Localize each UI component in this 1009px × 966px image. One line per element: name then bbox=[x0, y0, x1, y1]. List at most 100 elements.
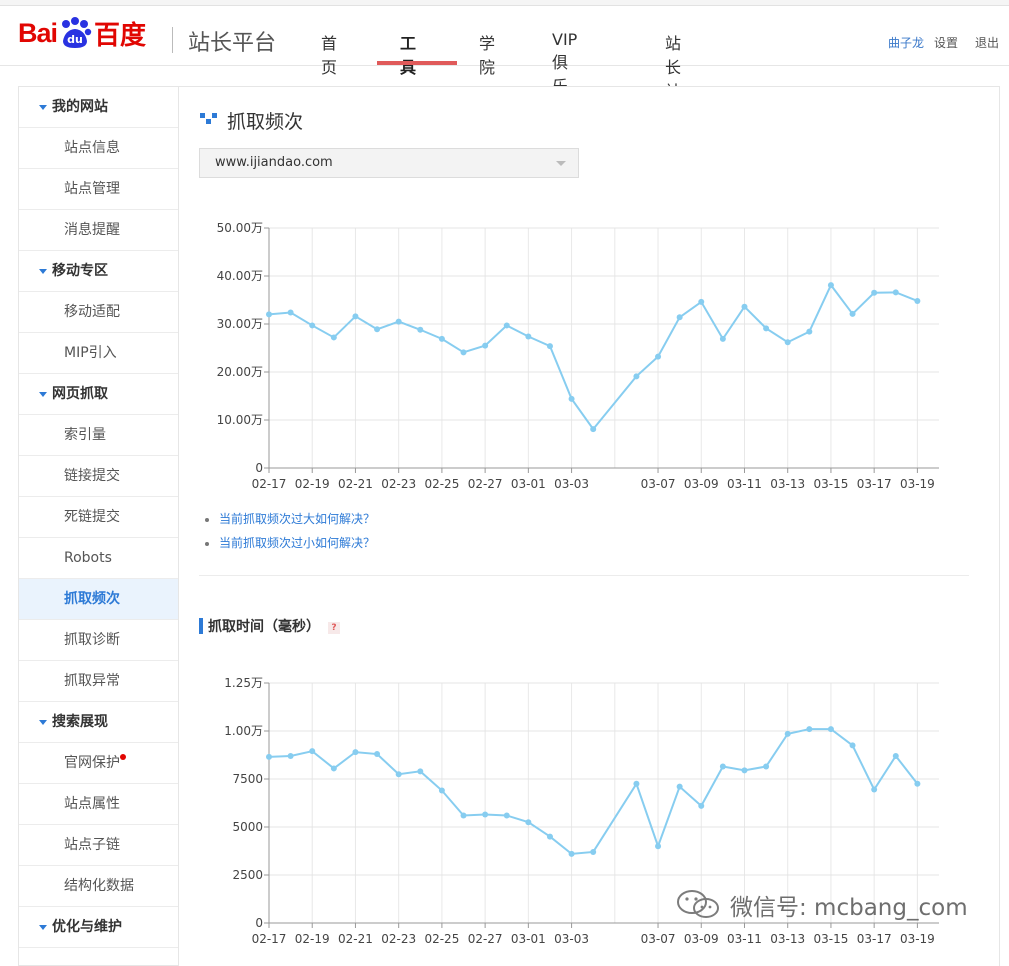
sidebar-item-site-attributes[interactable]: 站点属性 bbox=[19, 784, 178, 825]
sidebar-group-search-display[interactable]: 搜索展现 bbox=[19, 702, 178, 743]
bullet-icon bbox=[205, 541, 209, 546]
sidebar-item-sitelinks[interactable]: 站点子链 bbox=[19, 825, 178, 866]
sidebar-item-link-submit[interactable]: 链接提交 bbox=[19, 456, 178, 497]
sidebar-group-optimization[interactable]: 优化与维护 bbox=[19, 907, 178, 948]
data-point bbox=[309, 748, 316, 755]
sidebar-item-crawl-frequency[interactable]: 抓取频次 bbox=[19, 579, 178, 620]
wechat-watermark: 微信号: mcbang_com bbox=[676, 888, 968, 922]
data-point bbox=[266, 753, 272, 760]
sidebar-item-notifications[interactable]: 消息提醒 bbox=[19, 210, 178, 251]
x-tick-label: 02-17 bbox=[252, 932, 287, 946]
data-point bbox=[827, 282, 834, 289]
crawl-frequency-chart: 0 10.00万 20.00万 30.00万 40.00万 50.00万 02-17 02-1… bbox=[217, 221, 939, 491]
y-tick-label: 2500 bbox=[232, 868, 263, 882]
x-tick-label: 03-07 bbox=[641, 477, 676, 491]
section-divider bbox=[199, 575, 969, 576]
data-point bbox=[892, 289, 899, 296]
data-point bbox=[590, 848, 597, 855]
help-link-label: 当前抓取频次过小如何解决？ bbox=[219, 536, 376, 550]
paw-icon: du bbox=[62, 17, 92, 48]
nav-home[interactable]: 首页 bbox=[321, 30, 337, 78]
x-tick-label: 03-03 bbox=[554, 477, 589, 491]
help-icon[interactable]: ? bbox=[328, 622, 340, 634]
x-tick-label: 02-17 bbox=[252, 477, 287, 491]
logo-du: du bbox=[67, 33, 83, 46]
data-point bbox=[914, 297, 921, 304]
caret-down-icon bbox=[39, 105, 47, 110]
user-name-link[interactable]: 曲子龙 bbox=[888, 34, 924, 51]
y-tick-label: 1.00万 bbox=[224, 724, 263, 738]
crawl-frequency-icon bbox=[200, 113, 217, 124]
x-tick-label: 03-11 bbox=[727, 932, 762, 946]
data-point bbox=[784, 339, 791, 346]
crawl-time-title: 抓取时间（毫秒） bbox=[208, 619, 320, 635]
sidebar-group-label: 我的网站 bbox=[52, 99, 108, 115]
data-point bbox=[698, 802, 705, 809]
data-point bbox=[871, 786, 878, 793]
data-point bbox=[525, 333, 532, 340]
sidebar-group-label: 移动专区 bbox=[52, 263, 108, 279]
sidebar: 我的网站 站点信息 站点管理 消息提醒 移动专区 移动适配 MIP引入 网页抓取… bbox=[18, 86, 179, 966]
sidebar-item-crawl-diagnosis[interactable]: 抓取诊断 bbox=[19, 620, 178, 661]
sidebar-item-dead-link-submit[interactable]: 死链提交 bbox=[19, 497, 178, 538]
help-link-too-low[interactable]: 当前抓取频次过小如何解决？ bbox=[205, 535, 375, 559]
sidebar-item-structured-data[interactable]: 结构化数据 bbox=[19, 866, 178, 907]
data-point bbox=[590, 426, 597, 433]
x-tick-label: 02-19 bbox=[295, 932, 330, 946]
settings-link[interactable]: 设置 bbox=[934, 34, 958, 51]
logo-chinese: 百度 bbox=[94, 20, 147, 51]
wechat-icon bbox=[677, 890, 719, 918]
data-point bbox=[633, 373, 640, 380]
watermark-text: 微信号: mcbang_com bbox=[730, 895, 968, 921]
y-tick-label: 0 bbox=[255, 461, 263, 475]
data-point bbox=[287, 752, 294, 759]
x-tick-label: 03-01 bbox=[511, 932, 546, 946]
x-tick-label: 03-13 bbox=[770, 932, 805, 946]
data-point bbox=[892, 752, 899, 759]
data-point bbox=[266, 311, 272, 318]
site-selector[interactable]: www.ijiandao.com bbox=[199, 148, 579, 178]
data-point bbox=[525, 819, 532, 826]
browser-strip bbox=[0, 0, 1009, 6]
logo-divider bbox=[172, 27, 173, 53]
sidebar-group-my-sites[interactable]: 我的网站 bbox=[19, 87, 178, 128]
sidebar-item-site-management[interactable]: 站点管理 bbox=[19, 169, 178, 210]
data-point bbox=[849, 310, 856, 317]
logout-link[interactable]: 退出 bbox=[975, 34, 999, 51]
y-tick-label: 40.00万 bbox=[217, 269, 263, 283]
y-tick-label: 10.00万 bbox=[217, 413, 263, 427]
x-tick-label: 02-21 bbox=[338, 477, 373, 491]
data-point bbox=[871, 289, 878, 296]
sidebar-item-mip[interactable]: MIP引入 bbox=[19, 333, 178, 374]
data-point bbox=[438, 787, 445, 794]
top-header: Bai du 百度 站长平台 首页 工具 学院 VIP俱乐部 站长社区 曲子龙 … bbox=[0, 0, 1009, 125]
y-tick-label: 7500 bbox=[232, 772, 263, 786]
sidebar-item-index-volume[interactable]: 索引量 bbox=[19, 415, 178, 456]
sidebar-item-mobile-adapt[interactable]: 移动适配 bbox=[19, 292, 178, 333]
sidebar-group-crawl[interactable]: 网页抓取 bbox=[19, 374, 178, 415]
data-point bbox=[676, 783, 683, 790]
data-point bbox=[482, 811, 489, 818]
data-point bbox=[914, 780, 921, 787]
data-point bbox=[503, 812, 510, 819]
help-link-too-high[interactable]: 当前抓取频次过大如何解决？ bbox=[205, 511, 375, 535]
baidu-logo[interactable]: Bai du 百度 bbox=[18, 12, 146, 54]
notification-dot bbox=[120, 754, 126, 760]
logo-latin: Bai bbox=[18, 17, 58, 48]
chevron-down-icon bbox=[556, 161, 566, 166]
sidebar-item-crawl-errors[interactable]: 抓取异常 bbox=[19, 661, 178, 702]
sidebar-item-official-site-protection[interactable]: 官网保护 bbox=[19, 743, 178, 784]
data-point bbox=[763, 325, 770, 332]
nav-academy[interactable]: 学院 bbox=[479, 30, 495, 78]
nav-tools[interactable]: 工具 bbox=[400, 30, 416, 78]
sidebar-group-mobile[interactable]: 移动专区 bbox=[19, 251, 178, 292]
sidebar-group-label: 网页抓取 bbox=[52, 386, 108, 402]
x-tick-label: 02-27 bbox=[468, 477, 503, 491]
x-tick-label: 03-13 bbox=[770, 477, 805, 491]
data-point bbox=[546, 343, 553, 350]
sidebar-item-robots[interactable]: Robots bbox=[19, 538, 178, 579]
sidebar-item-site-info[interactable]: 站点信息 bbox=[19, 128, 178, 169]
data-point bbox=[460, 349, 467, 356]
y-tick-label: 5000 bbox=[232, 820, 263, 834]
x-tick-label: 02-23 bbox=[381, 932, 416, 946]
